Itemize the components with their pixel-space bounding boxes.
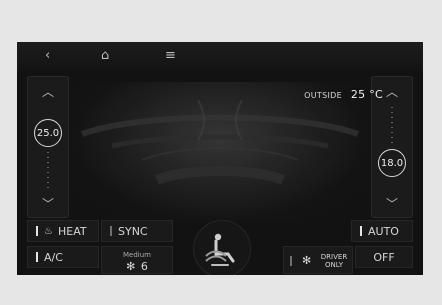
fan-icon: ✻ [126,260,136,273]
outside-temperature: OUTSIDE 25 °C [304,88,383,101]
sync-button[interactable]: SYNC [101,220,173,242]
fan-speed-button[interactable]: Medium ✻ 6 [101,246,173,274]
driver-only-line1: DRIVER [320,253,348,261]
left-temperature-display: 25.0 [34,119,62,147]
auto-indicator [360,226,362,236]
cabin-illustration [72,82,368,222]
heat-button[interactable]: ♨ HEAT [27,220,99,242]
ac-indicator [36,252,38,262]
chevron-left-icon[interactable]: ‹ [45,48,50,64]
driver-only-button[interactable]: ✻ DRIVER ONLY [283,246,353,274]
right-temperature-scale [391,107,393,147]
left-temperature-value: 25.0 [36,127,60,139]
heat-indicator [36,226,38,236]
car-interior-graphic [80,99,360,185]
left-temp-down-button[interactable]: ﹀ [28,195,68,212]
right-temp-down-button[interactable]: ﹀ [372,195,412,212]
auto-button[interactable]: AUTO [351,220,413,242]
airflow-mode-button[interactable] [193,220,251,275]
driver-only-indicator [290,256,292,266]
right-temperature-display: 18.0 [378,149,406,177]
home-icon[interactable]: ⌂ [101,48,109,64]
fan-level-label: Medium [123,251,151,259]
top-bar: ‹ ⌂ ≡ [17,42,423,70]
outside-label: OUTSIDE [304,91,342,100]
sync-indicator [110,226,112,236]
auto-label: AUTO [368,224,399,238]
seat-airflow-icon [205,233,235,266]
off-label: OFF [373,250,395,264]
heat-label: HEAT [57,224,87,238]
off-button[interactable]: OFF [355,246,413,268]
ac-label: A/C [44,250,63,264]
driver-only-line2: ONLY [325,261,343,269]
fan-level: ✻ 6 [102,260,172,273]
left-temperature-control: ︿ 25.0 ﹀ [27,76,69,218]
outside-value: 25 °C [350,88,383,101]
fan-level-value: 6 [140,260,148,273]
menu-icon[interactable]: ≡ [165,48,176,64]
fan-icon: ✻ [302,254,312,267]
left-temp-up-button[interactable]: ︿ [28,83,68,100]
left-temperature-scale [47,152,49,192]
right-temperature-value: 18.0 [380,157,404,169]
ac-button[interactable]: A/C [27,246,99,268]
sync-label: SYNC [118,224,148,238]
climate-screen: ‹ ⌂ ≡ ︿ 25.0 ﹀ ︿ 18.0 ﹀ OUTSIDE 25 °C ♨ … [17,42,423,275]
seat-heat-icon: ♨ [44,225,53,237]
